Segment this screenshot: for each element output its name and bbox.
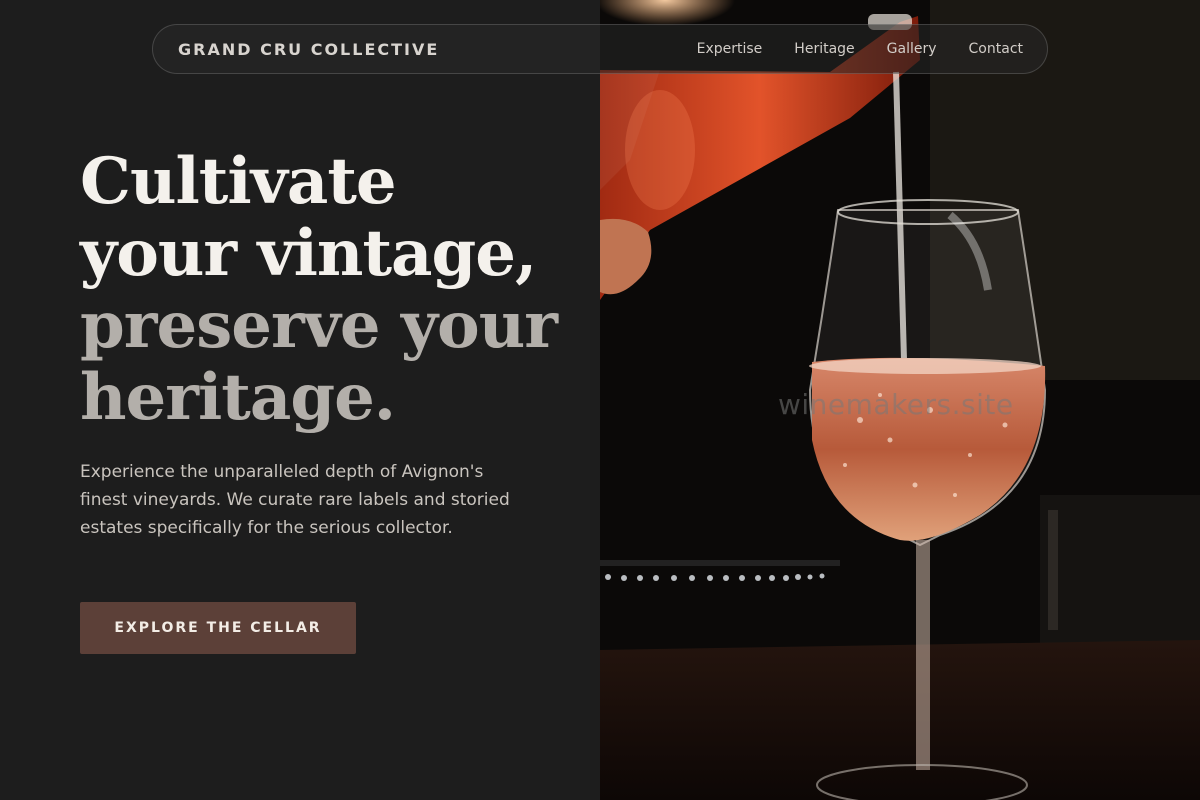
hero-title-line-2: your vintage, [80,216,537,291]
hero-title: Cultivate your vintage, preserve your he… [80,146,580,434]
hero-title-line-4: heritage. [80,360,396,435]
top-navigation-bar: GRAND CRU COLLECTIVE Expertise Heritage … [152,24,1048,74]
wine-pour-image: winemakers.site [600,0,1200,800]
hero-title-line-1: Cultivate [80,144,397,219]
nav-link-gallery[interactable]: Gallery [887,41,937,57]
nav-link-heritage[interactable]: Heritage [794,41,854,57]
explore-cellar-button[interactable]: EXPLORE THE CELLAR [80,602,356,654]
image-watermark: winemakers.site [778,388,1014,421]
brand-logo-text[interactable]: GRAND CRU COLLECTIVE [178,40,439,59]
hero-title-line-3: preserve your [80,288,558,363]
nav-link-expertise[interactable]: Expertise [697,41,763,57]
nav-link-contact[interactable]: Contact [969,41,1023,57]
nav-links: Expertise Heritage Gallery Contact [665,41,1023,57]
page: Cultivate your vintage, preserve your he… [0,0,1200,800]
hero-text-panel: Cultivate your vintage, preserve your he… [0,0,600,800]
hero-description: Experience the unparalleled depth of Avi… [80,462,510,538]
